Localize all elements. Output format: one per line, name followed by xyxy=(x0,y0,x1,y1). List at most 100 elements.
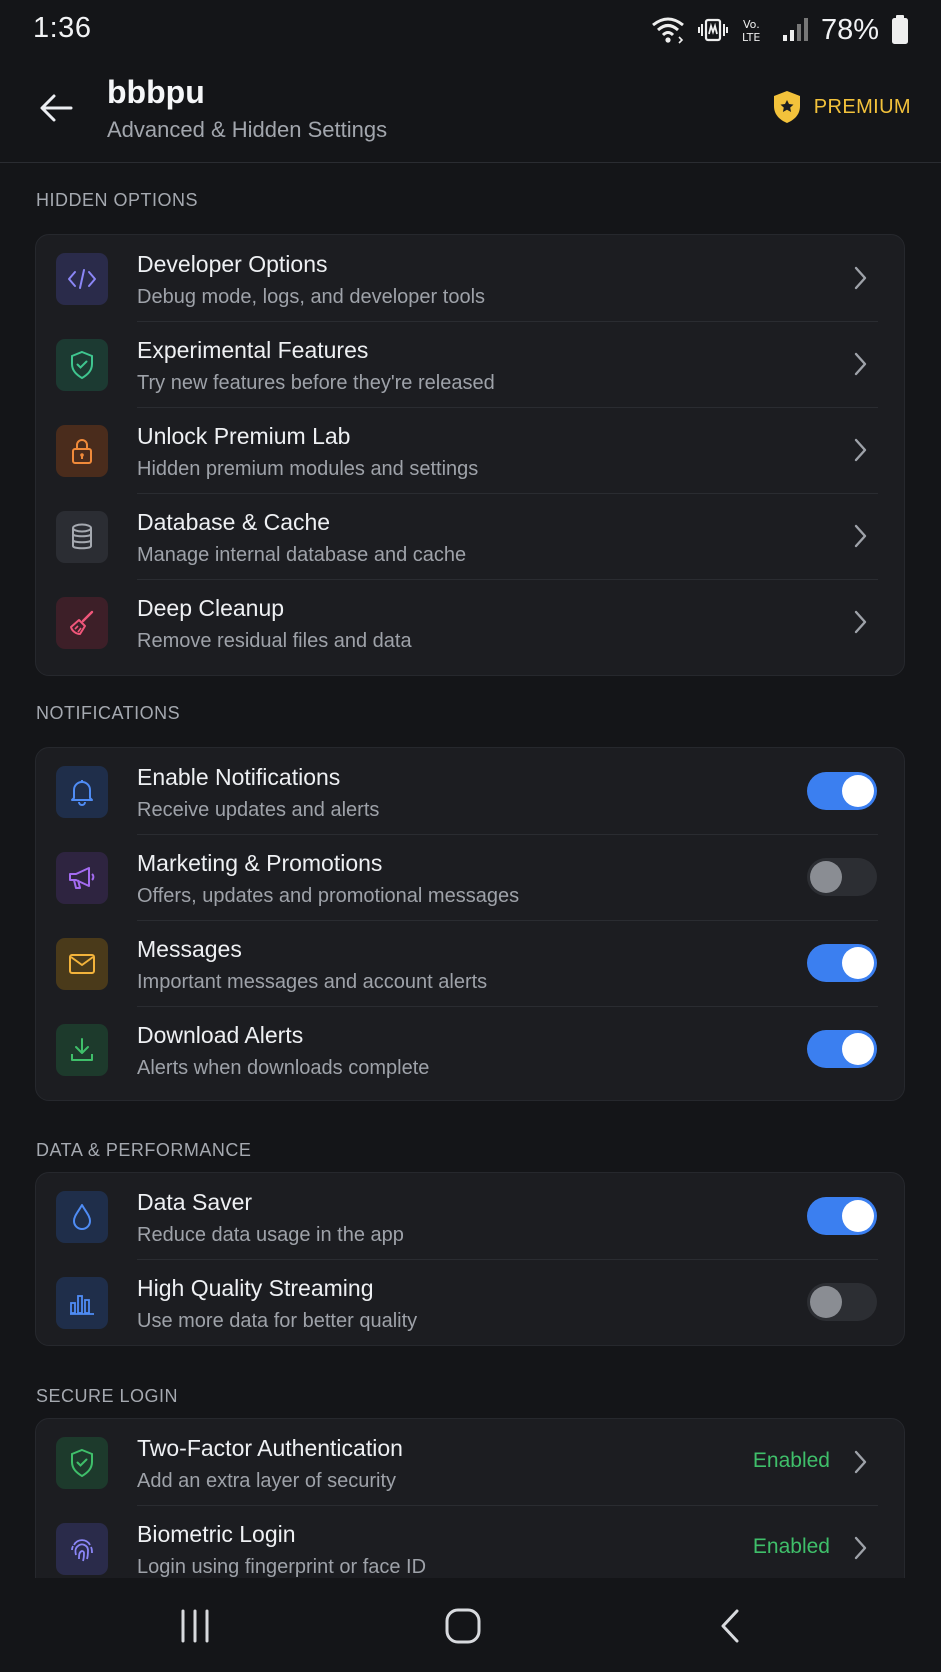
list-item-developer-options[interactable]: Developer Options Debug mode, logs, and … xyxy=(36,235,904,321)
droplet-icon xyxy=(56,1191,108,1243)
item-title: Deep Cleanup xyxy=(137,595,285,621)
item-subtitle: Add an extra layer of security xyxy=(137,1470,397,1492)
back-nav-icon xyxy=(721,1609,739,1643)
item-title: Data Saver xyxy=(137,1189,253,1215)
signal-icon xyxy=(781,17,809,43)
shield-check-icon xyxy=(56,339,108,391)
enable-notifications-toggle[interactable] xyxy=(807,772,877,810)
item-subtitle: Manage internal database and cache xyxy=(137,544,467,566)
chevron-right-icon xyxy=(854,524,867,548)
arrow-left-icon xyxy=(40,94,73,122)
item-title: Download Alerts xyxy=(137,1022,304,1048)
fingerprint-icon xyxy=(56,1523,108,1575)
status-badge: Enabled xyxy=(752,1535,830,1558)
item-subtitle: Reduce data usage in the app xyxy=(137,1224,404,1246)
home-icon xyxy=(445,1608,481,1644)
list-item-unlock-premium-lab[interactable]: Unlock Premium Lab Hidden premium module… xyxy=(36,407,904,493)
page-subtitle: Advanced & Hidden Settings xyxy=(107,117,388,142)
database-icon xyxy=(56,511,108,563)
item-subtitle: Important messages and account alerts xyxy=(137,971,488,993)
list-item-deep-cleanup[interactable]: Deep Cleanup Remove residual files and d… xyxy=(36,579,904,665)
recents-button[interactable] xyxy=(165,1602,225,1650)
status-time: 1:36 xyxy=(33,12,92,44)
chevron-right-icon xyxy=(854,1536,867,1560)
toggle-knob xyxy=(842,1033,874,1065)
item-title: Experimental Features xyxy=(137,337,369,363)
item-subtitle: Remove residual files and data xyxy=(137,630,412,652)
list-item-enable-notifications: Enable Notifications Receive updates and… xyxy=(36,748,904,834)
notifications-card: Enable Notifications Receive updates and… xyxy=(35,747,905,1101)
list-item-high-quality-streaming: High Quality Streaming Use more data for… xyxy=(36,1259,904,1345)
item-subtitle: Use more data for better quality xyxy=(137,1310,418,1332)
item-subtitle: Offers, updates and promotional messages xyxy=(137,885,520,907)
premium-badge-button[interactable]: PREMIUM xyxy=(772,90,911,124)
volte-icon: Vo. LTE xyxy=(741,16,769,44)
toggle-knob xyxy=(842,775,874,807)
battery-icon xyxy=(891,15,909,45)
item-subtitle: Receive updates and alerts xyxy=(137,799,380,821)
vibrate-icon xyxy=(697,17,729,43)
item-title: Database & Cache xyxy=(137,509,331,535)
chevron-right-icon xyxy=(854,610,867,634)
status-badge: Enabled xyxy=(752,1449,830,1472)
list-item-two-factor-authentication[interactable]: Two-Factor Authentication Add an extra l… xyxy=(36,1419,904,1505)
page-title: bbbpu xyxy=(107,74,205,110)
secure-login-card: Two-Factor Authentication Add an extra l… xyxy=(35,1418,905,1592)
settings-screen: 1:36 Vo. LTE 78% bbbpu Advanced & Hidden… xyxy=(0,0,941,1672)
data-saver-toggle[interactable] xyxy=(807,1197,877,1235)
marketing-promotions-toggle[interactable] xyxy=(807,858,877,896)
list-item-messages: Messages Important messages and account … xyxy=(36,920,904,1006)
toggle-knob xyxy=(810,861,842,893)
item-title: Marketing & Promotions xyxy=(137,850,383,876)
item-title: High Quality Streaming xyxy=(137,1275,374,1301)
bell-icon xyxy=(56,766,108,818)
toggle-knob xyxy=(842,1200,874,1232)
item-subtitle: Hidden premium modules and settings xyxy=(137,458,479,480)
chevron-right-icon xyxy=(854,352,867,376)
bar-chart-icon xyxy=(56,1277,108,1329)
toggle-knob xyxy=(810,1286,842,1318)
wifi-icon xyxy=(651,15,685,45)
svg-text:Vo.: Vo. xyxy=(743,18,760,31)
item-subtitle: Try new features before they're released xyxy=(137,372,495,394)
item-title: Enable Notifications xyxy=(137,764,341,790)
recents-icon xyxy=(181,1609,209,1643)
list-item-download-alerts: Download Alerts Alerts when downloads co… xyxy=(36,1006,904,1092)
item-title: Messages xyxy=(137,936,242,962)
home-button[interactable] xyxy=(433,1602,493,1650)
list-item-database-cache[interactable]: Database & Cache Manage internal databas… xyxy=(36,493,904,579)
item-title: Biometric Login xyxy=(137,1521,296,1547)
status-bar: 1:36 Vo. LTE 78% xyxy=(0,0,941,60)
megaphone-icon xyxy=(56,852,108,904)
section-label-hidden-options: HIDDEN OPTIONS xyxy=(36,190,199,210)
list-item-marketing-promotions: Marketing & Promotions Offers, updates a… xyxy=(36,834,904,920)
premium-label: PREMIUM xyxy=(813,95,911,118)
item-title: Unlock Premium Lab xyxy=(137,423,351,449)
download-alerts-toggle[interactable] xyxy=(807,1030,877,1068)
premium-shield-icon xyxy=(773,91,800,123)
hidden-options-card: Developer Options Debug mode, logs, and … xyxy=(35,234,905,676)
section-label-secure-login: SECURE LOGIN xyxy=(36,1386,179,1406)
item-title: Developer Options xyxy=(137,251,328,277)
mail-icon xyxy=(56,938,108,990)
item-subtitle: Alerts when downloads complete xyxy=(137,1057,430,1079)
item-title: Two-Factor Authentication xyxy=(137,1435,403,1461)
toggle-knob xyxy=(842,947,874,979)
section-label-notifications: NOTIFICATIONS xyxy=(36,703,181,723)
back-button[interactable] xyxy=(30,82,82,134)
status-icons: Vo. LTE 78% xyxy=(651,12,909,48)
nav-back-button[interactable] xyxy=(700,1602,760,1650)
section-label-data-performance: DATA & PERFORMANCE xyxy=(36,1140,252,1160)
high-quality-streaming-toggle[interactable] xyxy=(807,1283,877,1321)
item-subtitle: Login using fingerprint or face ID xyxy=(137,1556,427,1578)
messages-toggle[interactable] xyxy=(807,944,877,982)
lock-icon xyxy=(56,425,108,477)
battery-percent: 78% xyxy=(820,13,879,46)
broom-icon xyxy=(56,597,108,649)
list-item-data-saver: Data Saver Reduce data usage in the app xyxy=(36,1173,904,1259)
chevron-right-icon xyxy=(854,266,867,290)
chevron-right-icon xyxy=(854,438,867,462)
data-performance-card: Data Saver Reduce data usage in the app … xyxy=(35,1172,905,1346)
list-item-experimental-features[interactable]: Experimental Features Try new features b… xyxy=(36,321,904,407)
item-subtitle: Debug mode, logs, and developer tools xyxy=(137,286,486,308)
